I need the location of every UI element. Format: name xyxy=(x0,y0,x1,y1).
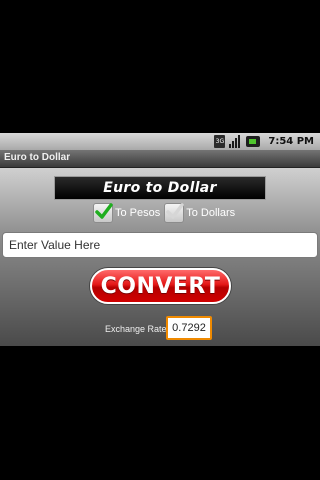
app-title-bar: Euro to Dollar xyxy=(0,150,320,168)
clock: 7:54 PM xyxy=(268,136,314,147)
to-pesos-checkbox[interactable] xyxy=(93,203,113,223)
battery-icon xyxy=(246,136,261,147)
convert-label: CONVERT xyxy=(100,273,221,299)
exchange-rate-label: Exchange Rate xyxy=(105,324,167,334)
conversion-options: To Pesos To Dollars xyxy=(93,203,239,223)
convert-button[interactable]: CONVERT xyxy=(90,268,231,304)
checkmark-icon xyxy=(95,203,113,219)
to-pesos-label: To Pesos xyxy=(115,207,161,219)
main-content: Euro to Dollar To Pesos To Dollars CONVE… xyxy=(0,168,320,346)
value-input[interactable] xyxy=(2,232,318,258)
title-banner: Euro to Dollar xyxy=(54,176,266,200)
option-to-dollars[interactable]: To Dollars xyxy=(164,203,235,223)
to-dollars-checkbox[interactable] xyxy=(164,203,185,223)
checkmark-faded-icon xyxy=(166,203,184,219)
banner-text: Euro to Dollar xyxy=(103,180,217,196)
to-dollars-label: To Dollars xyxy=(186,207,236,219)
status-bar: 3G 7:54 PM xyxy=(0,133,320,150)
3g-icon: 3G xyxy=(214,135,226,148)
option-to-pesos[interactable]: To Pesos xyxy=(93,203,160,223)
signal-icon xyxy=(229,135,242,148)
exchange-rate-value[interactable]: 0.7292 xyxy=(166,316,212,340)
app-title: Euro to Dollar xyxy=(4,152,71,163)
